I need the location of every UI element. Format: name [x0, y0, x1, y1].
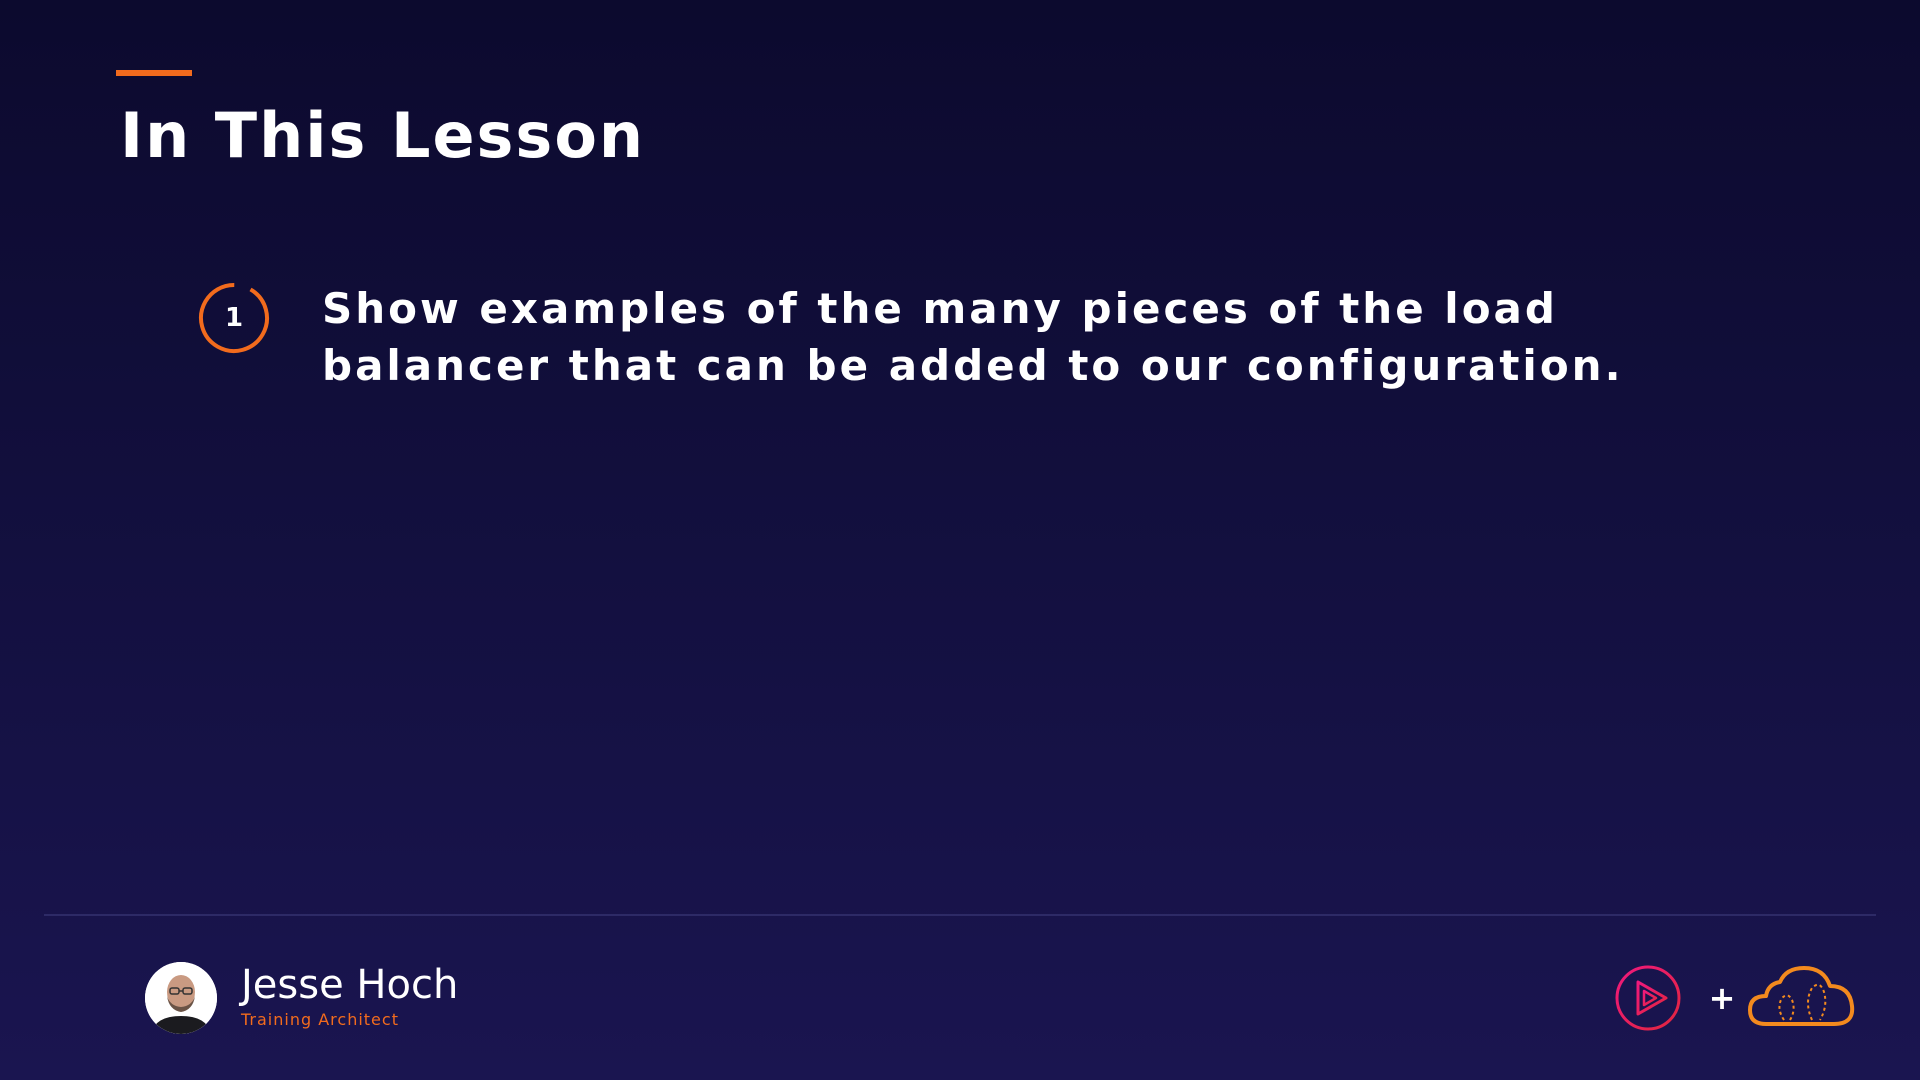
footer-divider [44, 914, 1876, 916]
plus-sign: + [1708, 979, 1736, 1017]
person-icon [145, 962, 217, 1034]
lesson-item: 1 Show examples of the many pieces of th… [198, 280, 1798, 420]
pluralsight-play-icon [1615, 965, 1681, 1031]
presenter-name: Jesse Hoch [241, 962, 459, 1008]
brand-logos: + [1614, 958, 1864, 1038]
presenter-avatar [145, 962, 217, 1034]
item-number-badge: 1 [198, 282, 270, 354]
presenter-info: Jesse Hoch Training Architect [145, 960, 605, 1036]
presenter-role: Training Architect [241, 1010, 399, 1029]
acloudguru-cloud-icon [1748, 966, 1855, 1026]
item-number: 1 [224, 303, 244, 333]
item-text: Show examples of the many pieces of the … [322, 284, 1624, 390]
lesson-slide: In This Lesson 1 Show examples of the ma… [0, 0, 1920, 1080]
title-accent-bar [116, 70, 192, 76]
slide-title: In This Lesson [120, 99, 646, 172]
